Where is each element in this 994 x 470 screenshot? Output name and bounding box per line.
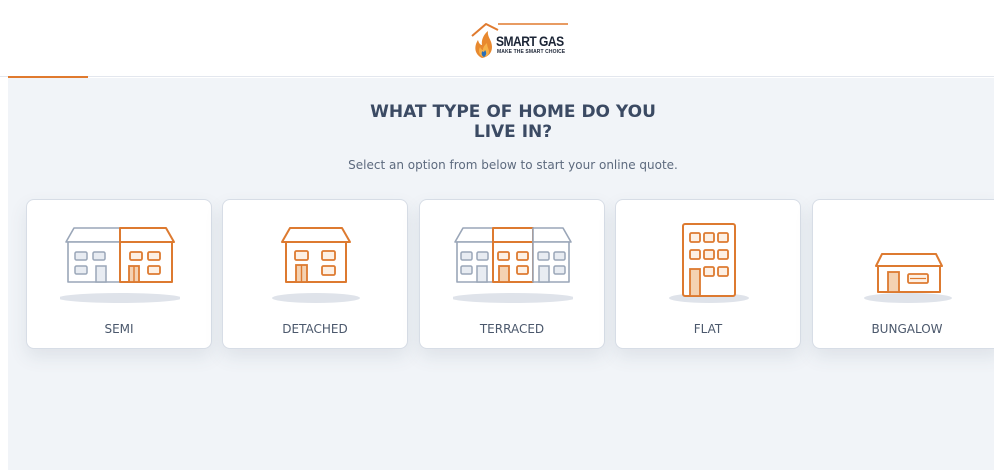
option-label-bungalow: BUNGALOW	[871, 322, 943, 336]
option-label-semi: SEMI	[104, 322, 134, 336]
option-card-flat[interactable]: FLAT	[615, 199, 801, 349]
page-title-line-2: LIVE IN?	[473, 122, 553, 142]
detached-house-icon	[272, 227, 360, 303]
smart-gas-logo[interactable]: SMART GAS MAKE THE SMART CHOICE	[468, 18, 578, 62]
terraced-house-icon	[453, 227, 573, 303]
option-label-terraced: TERRACED	[479, 322, 545, 336]
brand-name: SMART GAS	[496, 33, 564, 49]
option-card-bungalow[interactable]: BUNGALOW	[812, 199, 994, 349]
bungalow-icon	[864, 253, 952, 303]
page-title-line-1: WHAT TYPE OF HOME DO YOU	[370, 102, 656, 122]
semi-detached-house-icon	[60, 227, 180, 303]
site-header: SMART GAS MAKE THE SMART CHOICE	[0, 0, 994, 77]
brand-tagline: MAKE THE SMART CHOICE	[497, 49, 566, 55]
option-label-detached: DETACHED	[282, 322, 348, 336]
page-subtitle: Select an option from below to start you…	[348, 158, 678, 172]
page-title: WHAT TYPE OF HOME DO YOU LIVE IN?	[8, 102, 994, 142]
flat-building-icon	[669, 223, 749, 303]
option-label-flat: FLAT	[693, 322, 723, 336]
option-card-detached[interactable]: DETACHED	[222, 199, 408, 349]
option-card-terraced[interactable]: TERRACED	[419, 199, 605, 349]
quote-step-panel: WHAT TYPE OF HOME DO YOU LIVE IN? Select…	[8, 78, 994, 470]
option-card-semi[interactable]: SEMI	[26, 199, 212, 349]
